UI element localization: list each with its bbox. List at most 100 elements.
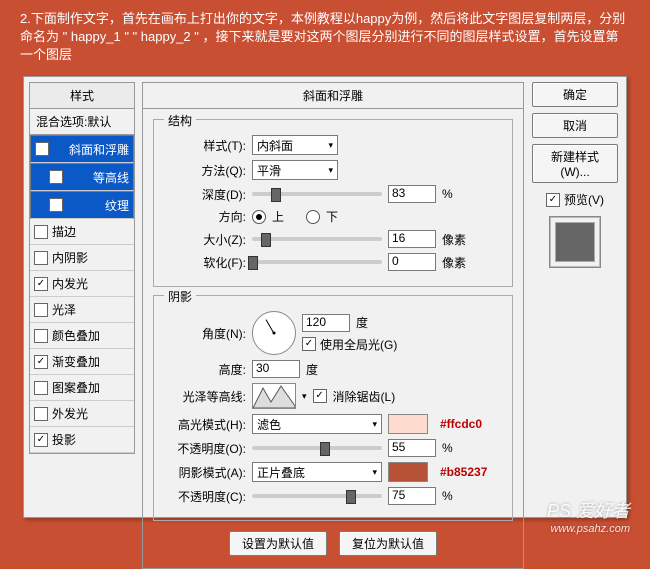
hl-op-label: 不透明度(O):	[162, 440, 246, 457]
size-label: 大小(Z):	[162, 231, 246, 248]
settings-panel: 斜面和浮雕 结构 样式(T): 内斜面▾ 方法(Q): 平滑▾ 深度(D):	[142, 82, 524, 569]
style-item-label: 光泽	[52, 301, 76, 318]
style-item-2[interactable]: 纹理	[30, 191, 134, 219]
depth-label: 深度(D):	[162, 186, 246, 203]
instruction-text: 2.下面制作文字，首先在画布上打出你的文字，本例教程以happy为例，然后将此文…	[0, 0, 650, 72]
sh-mode-select[interactable]: 正片叠底▾	[252, 462, 382, 482]
sh-op-label: 不透明度(C):	[162, 488, 246, 505]
sh-op-slider[interactable]	[252, 494, 382, 498]
depth-slider[interactable]	[252, 192, 382, 196]
sh-color-swatch[interactable]	[388, 462, 428, 482]
hl-mode-label: 高光模式(H):	[162, 416, 246, 433]
altitude-input[interactable]: 30	[252, 360, 300, 378]
style-item-checkbox[interactable]	[34, 355, 48, 369]
altitude-label: 高度:	[162, 361, 246, 378]
style-item-checkbox[interactable]	[34, 277, 48, 291]
method-select[interactable]: 平滑▾	[252, 160, 338, 180]
soft-label: 软化(F):	[162, 254, 246, 271]
dir-up-radio[interactable]	[252, 210, 266, 224]
preview-label: 预览(V)	[564, 191, 604, 208]
style-item-0[interactable]: 斜面和浮雕	[30, 135, 134, 163]
style-item-1[interactable]: 等高线	[30, 163, 134, 191]
structure-legend: 结构	[164, 112, 196, 129]
altitude-unit: 度	[306, 361, 318, 378]
soft-input[interactable]: 0	[388, 253, 436, 271]
style-item-10[interactable]: 外发光	[30, 401, 134, 427]
layer-style-dialog: 样式 混合选项:默认 斜面和浮雕等高线纹理描边内阴影内发光光泽颜色叠加渐变叠加图…	[23, 76, 627, 518]
watermark: PS 爱好者 www.psahz.com	[547, 497, 630, 535]
gloss-arrow-icon[interactable]: ▾	[302, 391, 307, 402]
antialias-label: 消除锯齿(L)	[333, 388, 396, 405]
style-item-label: 内阴影	[52, 249, 88, 266]
hl-op-input[interactable]: 55	[388, 439, 436, 457]
style-item-6[interactable]: 光泽	[30, 297, 134, 323]
structure-group: 结构 样式(T): 内斜面▾ 方法(Q): 平滑▾ 深度(D): 83 %	[153, 119, 513, 287]
style-item-label: 投影	[52, 431, 76, 448]
angle-input[interactable]: 120	[302, 314, 350, 332]
style-item-5[interactable]: 内发光	[30, 271, 134, 297]
direction-label: 方向:	[162, 208, 246, 225]
antialias-checkbox[interactable]	[313, 389, 327, 403]
dialog-actions: 确定 取消 新建样式(W)... 预览(V)	[532, 82, 618, 262]
style-item-label: 渐变叠加	[52, 353, 100, 370]
panel-title: 斜面和浮雕	[142, 82, 524, 109]
depth-input[interactable]: 83	[388, 185, 436, 203]
hl-op-slider[interactable]	[252, 446, 382, 450]
style-item-label: 描边	[52, 223, 76, 240]
shading-group: 阴影 角度(N): 120 度 使用全局光(G)	[153, 295, 513, 521]
style-item-checkbox[interactable]	[34, 381, 48, 395]
gloss-contour[interactable]	[252, 383, 296, 409]
style-item-checkbox[interactable]	[34, 329, 48, 343]
size-input[interactable]: 16	[388, 230, 436, 248]
style-item-3[interactable]: 描边	[30, 219, 134, 245]
style-item-checkbox[interactable]	[34, 251, 48, 265]
style-item-label: 外发光	[52, 405, 88, 422]
method-label: 方法(Q):	[162, 162, 246, 179]
sh-hex: #b85237	[440, 465, 487, 479]
style-item-checkbox[interactable]	[34, 225, 48, 239]
style-item-8[interactable]: 渐变叠加	[30, 349, 134, 375]
style-select[interactable]: 内斜面▾	[252, 135, 338, 155]
style-item-11[interactable]: 投影	[30, 427, 134, 453]
style-item-4[interactable]: 内阴影	[30, 245, 134, 271]
styles-sidebar: 样式 混合选项:默认 斜面和浮雕等高线纹理描边内阴影内发光光泽颜色叠加渐变叠加图…	[29, 82, 135, 454]
shading-legend: 阴影	[164, 288, 196, 305]
style-item-9[interactable]: 图案叠加	[30, 375, 134, 401]
style-label: 样式(T):	[162, 137, 246, 154]
style-item-checkbox[interactable]	[34, 407, 48, 421]
hl-hex: #ffcdc0	[440, 417, 482, 431]
gloss-label: 光泽等高线:	[162, 388, 246, 405]
hl-mode-select[interactable]: 滤色▾	[252, 414, 382, 434]
sh-op-unit: %	[442, 489, 453, 503]
style-item-label: 等高线	[93, 169, 129, 186]
depth-unit: %	[442, 187, 453, 201]
angle-dial[interactable]	[252, 311, 296, 355]
style-item-label: 内发光	[52, 275, 88, 292]
preview-checkbox[interactable]	[546, 193, 560, 207]
style-item-checkbox[interactable]	[49, 170, 63, 184]
hl-op-unit: %	[442, 441, 453, 455]
sh-op-input[interactable]: 75	[388, 487, 436, 505]
sidebar-header: 样式	[29, 82, 135, 109]
blend-options[interactable]: 混合选项:默认	[29, 109, 135, 135]
cancel-button[interactable]: 取消	[532, 113, 618, 138]
style-item-7[interactable]: 颜色叠加	[30, 323, 134, 349]
ok-button[interactable]: 确定	[532, 82, 618, 107]
style-item-checkbox[interactable]	[34, 433, 48, 447]
size-slider[interactable]	[252, 237, 382, 241]
soft-slider[interactable]	[252, 260, 382, 264]
style-item-checkbox[interactable]	[49, 198, 63, 212]
style-item-checkbox[interactable]	[35, 142, 49, 156]
preview-thumbnail	[555, 222, 595, 262]
hl-color-swatch[interactable]	[388, 414, 428, 434]
make-default-button[interactable]: 设置为默认值	[229, 531, 327, 556]
global-light-checkbox[interactable]	[302, 337, 316, 351]
style-item-label: 图案叠加	[52, 379, 100, 396]
style-item-label: 斜面和浮雕	[69, 141, 129, 158]
global-light-label: 使用全局光(G)	[320, 336, 397, 353]
reset-default-button[interactable]: 复位为默认值	[339, 531, 437, 556]
style-item-checkbox[interactable]	[34, 303, 48, 317]
new-style-button[interactable]: 新建样式(W)...	[532, 144, 618, 183]
style-item-label: 颜色叠加	[52, 327, 100, 344]
dir-down-radio[interactable]	[306, 210, 320, 224]
